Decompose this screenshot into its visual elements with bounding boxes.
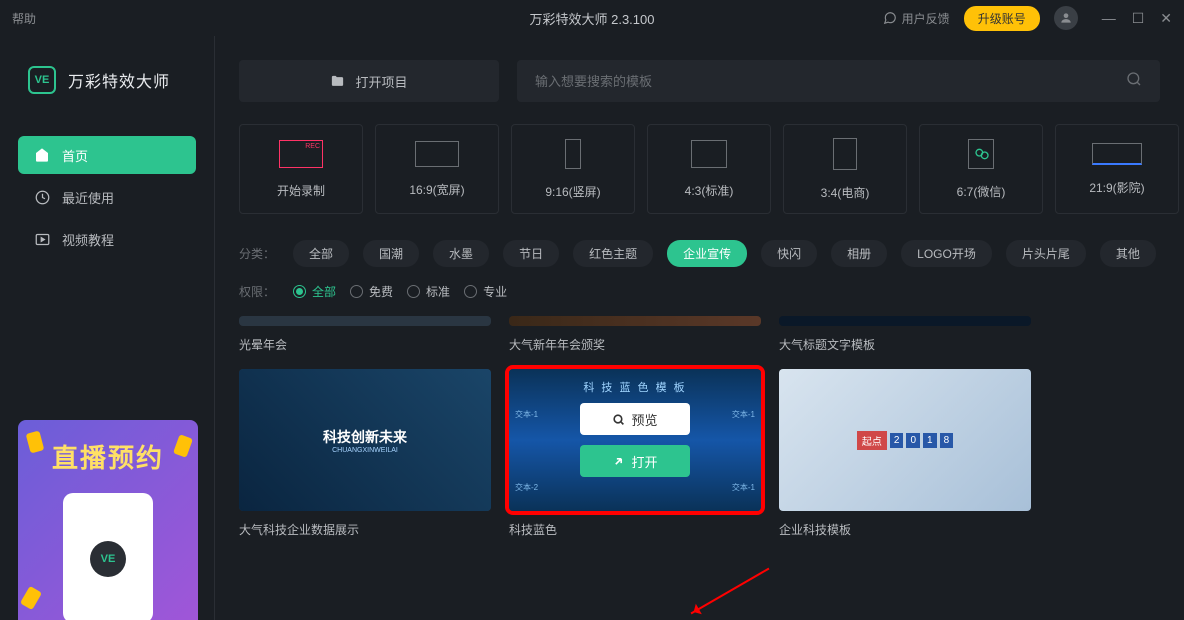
nav-tutorial[interactable]: 视频教程 (18, 220, 196, 258)
template-thumb[interactable] (239, 316, 491, 326)
search-icon[interactable] (1126, 71, 1142, 92)
magnify-icon (612, 413, 625, 426)
chip-guochao[interactable]: 国潮 (363, 240, 419, 267)
template-thumb[interactable] (779, 316, 1031, 326)
template-thumb[interactable]: 起点 2 0 1 8 (779, 369, 1031, 511)
preview-button[interactable]: 预览 (580, 403, 690, 435)
template-title: 大气标题文字模板 (779, 336, 1031, 353)
template-title: 科技蓝色 (509, 521, 761, 538)
window-title: 万彩特效大师 2.3.100 (530, 9, 655, 28)
chip-qiye[interactable]: 企业宣传 (667, 240, 747, 267)
template-title: 大气新年年会颁奖 (509, 336, 761, 353)
perm-standard[interactable]: 标准 (407, 283, 450, 300)
search-box[interactable] (517, 60, 1160, 102)
avatar[interactable] (1054, 6, 1078, 30)
chip-jieri[interactable]: 节日 (503, 240, 559, 267)
clock-icon (34, 189, 50, 205)
upgrade-button[interactable]: 升级账号 (964, 6, 1040, 31)
chip-logo[interactable]: LOGO开场 (901, 240, 992, 267)
template-thumb[interactable] (509, 316, 761, 326)
logo-text: 万彩特效大师 (68, 68, 170, 92)
minimize-button[interactable]: — (1102, 10, 1116, 27)
ratio-record[interactable]: REC 开始录制 (239, 124, 363, 214)
user-icon (1059, 11, 1073, 25)
app-logo: VE 万彩特效大师 (18, 66, 196, 94)
feedback-button[interactable]: 用户反馈 (883, 10, 950, 27)
perm-all[interactable]: 全部 (293, 283, 336, 300)
template-thumb[interactable]: 科技创新未来 CHUANGXINWEILAI (239, 369, 491, 511)
arrow-icon (612, 455, 625, 468)
ratio-4-3[interactable]: 4:3(标准) (647, 124, 771, 214)
close-button[interactable]: ✕ (1160, 10, 1172, 27)
perm-label: 权限： (239, 283, 275, 300)
home-icon (34, 147, 50, 163)
chat-icon (883, 11, 897, 25)
nav-recent[interactable]: 最近使用 (18, 178, 196, 216)
chip-xiangce[interactable]: 相册 (831, 240, 887, 267)
ratio-16-9[interactable]: 16:9(宽屏) (375, 124, 499, 214)
ratio-9-16[interactable]: 9:16(竖屏) (511, 124, 635, 214)
template-title: 光晕年会 (239, 336, 491, 353)
template-title: 企业科技模板 (779, 521, 1031, 538)
category-label: 分类： (239, 245, 275, 262)
template-title: 大气科技企业数据展示 (239, 521, 491, 538)
ratio-21-9[interactable]: 21:9(影院) (1055, 124, 1179, 214)
perm-pro[interactable]: 专业 (464, 283, 507, 300)
template-thumb-selected[interactable]: 科 技 蓝 色 模 板 交本-1 交本-1 交本-2 交本-1 预览 打开 (509, 369, 761, 511)
promo-badge: VE (90, 541, 126, 577)
promo-banner[interactable]: 直播预约 VE (18, 420, 198, 620)
ratio-3-4[interactable]: 3:4(电商) (783, 124, 907, 214)
help-menu[interactable]: 帮助 (12, 10, 36, 27)
promo-title: 直播预约 (18, 420, 198, 475)
chip-all[interactable]: 全部 (293, 240, 349, 267)
open-project-button[interactable]: 打开项目 (239, 60, 499, 102)
folder-icon (330, 74, 345, 89)
search-input[interactable] (535, 74, 1126, 89)
chip-kuaishan[interactable]: 快闪 (761, 240, 817, 267)
logo-icon: VE (28, 66, 56, 94)
chip-shuimo[interactable]: 水墨 (433, 240, 489, 267)
perm-free[interactable]: 免费 (350, 283, 393, 300)
chip-piantou[interactable]: 片头片尾 (1006, 240, 1086, 267)
chip-hongse[interactable]: 红色主题 (573, 240, 653, 267)
ratio-6-7[interactable]: 6:7(微信) (919, 124, 1043, 214)
open-button[interactable]: 打开 (580, 445, 690, 477)
nav-home[interactable]: 首页 (18, 136, 196, 174)
video-icon (34, 231, 50, 247)
chip-other[interactable]: 其他 (1100, 240, 1156, 267)
maximize-button[interactable]: ☐ (1132, 10, 1145, 27)
